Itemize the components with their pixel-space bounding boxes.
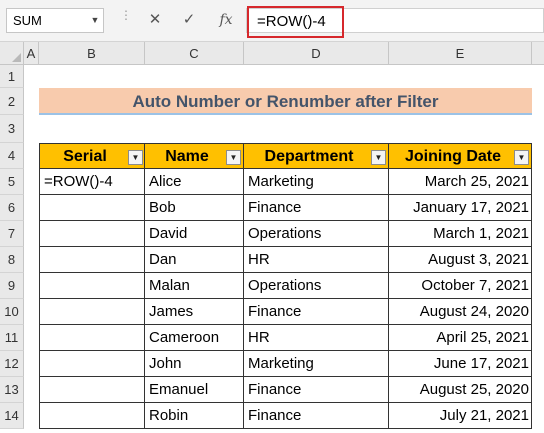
name-cell[interactable]: James xyxy=(145,299,244,325)
header-label: Joining Date xyxy=(404,148,501,165)
table-row: Emanuel Finance August 25, 2020 xyxy=(39,377,532,403)
date-cell[interactable]: August 24, 2020 xyxy=(389,299,532,325)
row-header-6[interactable]: 6 xyxy=(0,195,24,221)
name-cell[interactable]: Robin xyxy=(145,403,244,429)
insert-function-button[interactable]: fx xyxy=(213,9,239,31)
formula-bar: SUM ▼ ⋮ ✕ ✓ fx =ROW()-4 xyxy=(0,0,544,42)
department-cell[interactable]: Finance xyxy=(244,299,389,325)
date-cell[interactable]: July 21, 2021 xyxy=(389,403,532,429)
cancel-button[interactable]: ✕ xyxy=(142,9,168,31)
department-cell[interactable]: Marketing xyxy=(244,169,389,195)
row-header-14[interactable]: 14 xyxy=(0,403,24,429)
column-header-a[interactable]: A xyxy=(24,42,39,65)
row-header-9[interactable]: 9 xyxy=(0,273,24,299)
row-header-7[interactable]: 7 xyxy=(0,221,24,247)
department-cell[interactable]: Finance xyxy=(244,377,389,403)
header-label: Name xyxy=(165,148,209,165)
header-cell-serial[interactable]: Serial ▼ xyxy=(39,143,145,169)
table-row: David Operations March 1, 2021 xyxy=(39,221,532,247)
serial-cell[interactable] xyxy=(39,403,145,429)
department-cell[interactable]: HR xyxy=(244,325,389,351)
date-cell[interactable]: March 1, 2021 xyxy=(389,221,532,247)
department-cell[interactable]: Finance xyxy=(244,403,389,429)
date-cell[interactable]: August 25, 2020 xyxy=(389,377,532,403)
serial-cell[interactable] xyxy=(39,299,145,325)
header-label: Department xyxy=(264,148,354,165)
table-row: Dan HR August 3, 2021 xyxy=(39,247,532,273)
filter-dropdown-icon[interactable]: ▼ xyxy=(371,150,386,165)
grip-icon[interactable]: ⋮ xyxy=(120,9,132,30)
name-cell[interactable]: Cameroon xyxy=(145,325,244,351)
date-cell[interactable]: January 17, 2021 xyxy=(389,195,532,221)
serial-cell[interactable] xyxy=(39,221,145,247)
header-cell-department[interactable]: Department ▼ xyxy=(244,143,389,169)
date-cell[interactable]: March 25, 2021 xyxy=(389,169,532,195)
department-cell[interactable]: Operations xyxy=(244,273,389,299)
header-cell-name[interactable]: Name ▼ xyxy=(145,143,244,169)
name-cell[interactable]: John xyxy=(145,351,244,377)
table-row: Cameroon HR April 25, 2021 xyxy=(39,325,532,351)
row-header-1[interactable]: 1 xyxy=(0,65,24,88)
name-cell[interactable]: Emanuel xyxy=(145,377,244,403)
date-cell[interactable]: October 7, 2021 xyxy=(389,273,532,299)
date-cell[interactable]: April 25, 2021 xyxy=(389,325,532,351)
name-cell[interactable]: Malan xyxy=(145,273,244,299)
serial-cell[interactable] xyxy=(39,195,145,221)
row-header-4[interactable]: 4 xyxy=(0,143,24,169)
header-label: Serial xyxy=(63,148,107,165)
enter-button[interactable]: ✓ xyxy=(176,9,202,31)
name-cell[interactable]: Bob xyxy=(145,195,244,221)
row-header-3[interactable]: 3 xyxy=(0,115,24,143)
serial-cell[interactable] xyxy=(39,351,145,377)
department-cell[interactable]: Operations xyxy=(244,221,389,247)
row-header-11[interactable]: 11 xyxy=(0,325,24,351)
table-header-row: Serial ▼ Name ▼ Department ▼ Joining Date ▼ xyxy=(39,143,532,169)
column-header-d[interactable]: D xyxy=(244,42,389,65)
name-cell[interactable]: David xyxy=(145,221,244,247)
date-cell[interactable]: June 17, 2021 xyxy=(389,351,532,377)
row-header-12[interactable]: 12 xyxy=(0,351,24,377)
select-all-button[interactable] xyxy=(0,42,24,65)
header-cell-joining-date[interactable]: Joining Date ▼ xyxy=(389,143,532,169)
column-header-e[interactable]: E xyxy=(389,42,532,65)
worksheet-grid[interactable]: A B C D E 1 2 3 4 5 6 7 8 9 10 11 12 13 … xyxy=(0,42,544,433)
row-header-13[interactable]: 13 xyxy=(0,377,24,403)
column-header-b[interactable]: B xyxy=(39,42,145,65)
serial-cell[interactable] xyxy=(39,377,145,403)
serial-cell[interactable] xyxy=(39,325,145,351)
filter-dropdown-icon[interactable]: ▼ xyxy=(128,150,143,165)
department-cell[interactable]: Finance xyxy=(244,195,389,221)
serial-cell[interactable]: =ROW()-4 xyxy=(39,169,145,195)
date-cell[interactable]: August 3, 2021 xyxy=(389,247,532,273)
column-header-c[interactable]: C xyxy=(145,42,244,65)
department-cell[interactable]: HR xyxy=(244,247,389,273)
serial-cell[interactable] xyxy=(39,273,145,299)
row-header-8[interactable]: 8 xyxy=(0,247,24,273)
serial-cell[interactable] xyxy=(39,247,145,273)
filter-dropdown-icon[interactable]: ▼ xyxy=(226,150,241,165)
department-cell[interactable]: Marketing xyxy=(244,351,389,377)
chevron-down-icon[interactable]: ▼ xyxy=(88,9,102,31)
row-header-10[interactable]: 10 xyxy=(0,299,24,325)
table-row: Robin Finance July 21, 2021 xyxy=(39,403,532,429)
table-row: John Marketing June 17, 2021 xyxy=(39,351,532,377)
table-row: James Finance August 24, 2020 xyxy=(39,299,532,325)
table-row: Malan Operations October 7, 2021 xyxy=(39,273,532,299)
table-row: =ROW()-4 Alice Marketing March 25, 2021 xyxy=(39,169,532,195)
formula-highlight-box xyxy=(247,6,344,38)
sheet-title[interactable]: Auto Number or Renumber after Filter xyxy=(39,88,532,115)
row-header-5[interactable]: 5 xyxy=(0,169,24,195)
table-row: Bob Finance January 17, 2021 xyxy=(39,195,532,221)
column-header-f[interactable] xyxy=(532,42,544,65)
name-cell[interactable]: Dan xyxy=(145,247,244,273)
name-cell[interactable]: Alice xyxy=(145,169,244,195)
select-all-triangle-icon xyxy=(12,53,21,62)
row-header-2[interactable]: 2 xyxy=(0,88,24,115)
filter-dropdown-icon[interactable]: ▼ xyxy=(514,150,529,165)
